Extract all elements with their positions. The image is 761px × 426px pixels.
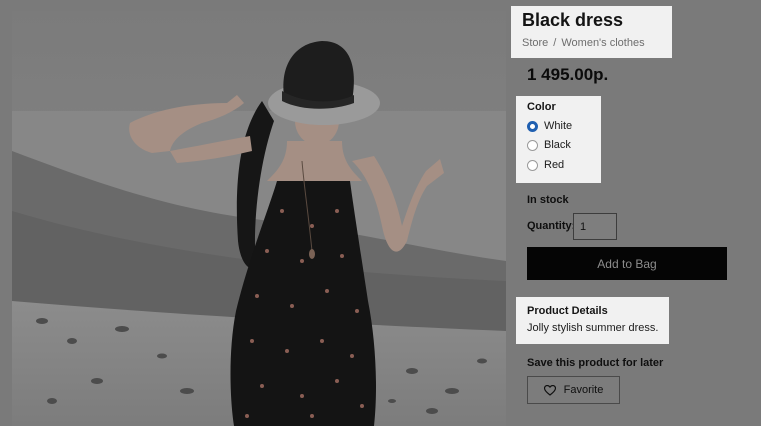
product-price: 1 495.00p. <box>527 65 609 84</box>
breadcrumb: Store / Women's clothes <box>522 37 645 49</box>
color-label: Color <box>527 101 556 113</box>
heart-icon <box>543 384 556 396</box>
product-image <box>12 11 506 426</box>
details-title: Product Details <box>527 305 608 317</box>
add-to-bag-button[interactable]: Add to Bag <box>527 247 727 280</box>
breadcrumb-separator: / <box>553 37 557 49</box>
color-option-label: White <box>544 120 573 132</box>
product-page: Black dress Store / Women's clothes 1 495.… <box>0 0 761 426</box>
color-option-white[interactable]: White <box>527 118 572 134</box>
color-option-label: Black <box>544 139 571 151</box>
favorite-button[interactable]: Favorite <box>527 376 620 404</box>
product-info-panel: Black dress Store / Women's clothes 1 495.… <box>506 0 761 426</box>
product-photo-graphic <box>12 11 506 426</box>
quantity-input[interactable] <box>573 213 617 240</box>
color-option-black[interactable]: Black <box>527 137 571 153</box>
breadcrumb-store-link[interactable]: Store <box>522 37 548 49</box>
radio-unchecked-icon[interactable] <box>527 139 538 151</box>
breadcrumb-womens-clothes-link[interactable]: Women's clothes <box>561 37 644 49</box>
radio-unchecked-icon[interactable] <box>527 159 538 171</box>
product-title: Black dress <box>522 10 624 30</box>
quantity-label: Quantity: <box>527 220 576 232</box>
save-for-later-label: Save this product for later <box>527 357 664 369</box>
details-text: Jolly stylish summer dress. <box>527 322 659 334</box>
favorite-label: Favorite <box>563 384 604 396</box>
radio-checked-icon[interactable] <box>527 120 538 132</box>
color-option-label: Red <box>544 159 565 171</box>
color-option-red[interactable]: Red <box>527 157 564 173</box>
stock-status: In stock <box>527 194 569 206</box>
